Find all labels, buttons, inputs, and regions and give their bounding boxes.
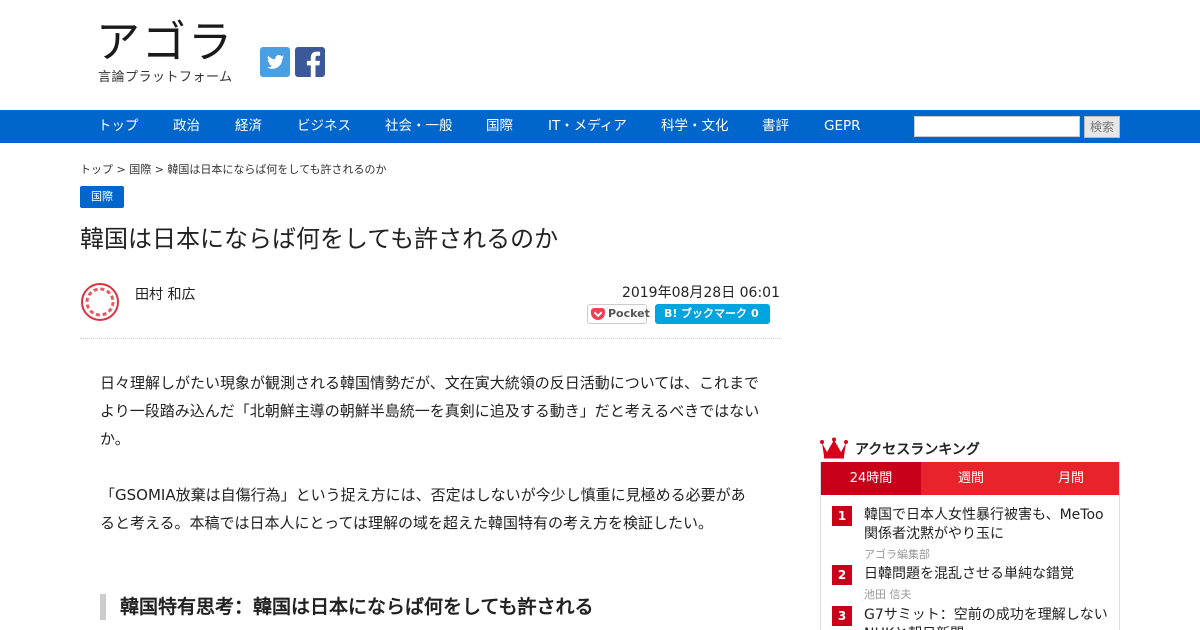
- pocket-button[interactable]: Pocket: [587, 304, 650, 324]
- pocket-label: Pocket: [608, 307, 650, 320]
- rank-number: 1: [832, 506, 852, 526]
- twitter-icon[interactable]: [260, 47, 290, 77]
- hatena-bookmark-icon: B!: [664, 307, 678, 320]
- article-paragraph: 「GSOMIA放棄は自傷行為」という捉え方には、否定はしないが今少し慎重に見極め…: [100, 486, 746, 532]
- author-avatar[interactable]: [80, 282, 120, 322]
- rank-number: 2: [832, 565, 852, 585]
- nav-item-it-media[interactable]: IT・メディア: [548, 110, 627, 143]
- facebook-f-glyph: [306, 51, 321, 77]
- tab-24h[interactable]: 24時間: [821, 462, 921, 495]
- breadcrumb[interactable]: トップ > 国際 > 韓国は日本にならば何をしても許されるのか: [80, 161, 387, 177]
- ranking-item-title[interactable]: 韓国で日本人女性暴行被害も、MeToo関係者沈黙がやり玉に: [864, 506, 1114, 544]
- publish-date: 2019年08月28日 06:01: [621, 285, 780, 301]
- logo-main-text: アゴラ: [96, 17, 234, 68]
- ranking-tabs: 24時間 週間 月間: [821, 462, 1119, 495]
- twitter-bird-glyph: [267, 55, 284, 69]
- article-paragraph: 日々理解しがたい現象が観測される韓国情勢だが、文在寅大統領の反日活動については、…: [100, 374, 760, 448]
- ranking-item-author: 池田 信夫: [864, 588, 912, 601]
- tab-weekly[interactable]: 週間: [921, 462, 1021, 495]
- site-header: アゴラ 言論プラットフォーム: [0, 0, 1200, 110]
- category-badge[interactable]: 国際: [80, 186, 124, 208]
- avatar-center: [92, 294, 108, 310]
- article-subheading: 韓国特有思考：韓国は日本にならば何をしても許される: [100, 594, 780, 620]
- crown-icon: [820, 437, 848, 459]
- hatena-bookmark-button[interactable]: B! ブックマーク 0: [655, 304, 770, 324]
- ranking-header: アクセスランキング: [820, 436, 1120, 460]
- author-name[interactable]: 田村 和広: [135, 284, 195, 304]
- nav-item-politics[interactable]: 政治: [173, 110, 200, 143]
- ranking-panel: 24時間 週間 月間 1 韓国で日本人女性暴行被害も、MeToo関係者沈黙がやり…: [820, 462, 1120, 630]
- nav-item-society[interactable]: 社会・一般: [385, 110, 453, 143]
- ranking-title: アクセスランキング: [855, 442, 980, 458]
- nav-item-gepr[interactable]: GEPR: [824, 110, 861, 143]
- site-logo[interactable]: アゴラ 言論プラットフォーム: [96, 18, 246, 88]
- facebook-icon[interactable]: [295, 47, 325, 77]
- author-divider: [80, 338, 780, 339]
- pocket-icon: [591, 308, 605, 320]
- rank-number: 3: [832, 606, 852, 626]
- search-input[interactable]: [914, 116, 1080, 137]
- nav-item-economy[interactable]: 経済: [235, 110, 262, 143]
- ranking-item-author: アゴラ編集部: [864, 548, 930, 561]
- tab-monthly[interactable]: 月間: [1021, 462, 1119, 495]
- nav-item-international[interactable]: 国際: [486, 110, 513, 143]
- hatena-bookmark-count: 0: [751, 307, 759, 320]
- nav-item-book-review[interactable]: 書評: [762, 110, 789, 143]
- logo-subtitle: 言論プラットフォーム: [98, 70, 233, 85]
- ranking-item-title[interactable]: 日韓問題を混乱させる単純な錯覚: [864, 565, 1114, 584]
- hatena-bookmark-label: ブックマーク: [681, 307, 747, 320]
- nav-item-top[interactable]: トップ: [98, 110, 139, 143]
- search-button[interactable]: 検索: [1084, 116, 1120, 138]
- nav-item-business[interactable]: ビジネス: [297, 110, 351, 143]
- nav-item-science-culture[interactable]: 科学・文化: [661, 110, 729, 143]
- article-title: 韓国は日本にならば何をしても許されるのか: [80, 225, 559, 253]
- ranking-item-title[interactable]: G7サミット：空前の成功を理解しないNHKと朝日新聞: [864, 606, 1114, 630]
